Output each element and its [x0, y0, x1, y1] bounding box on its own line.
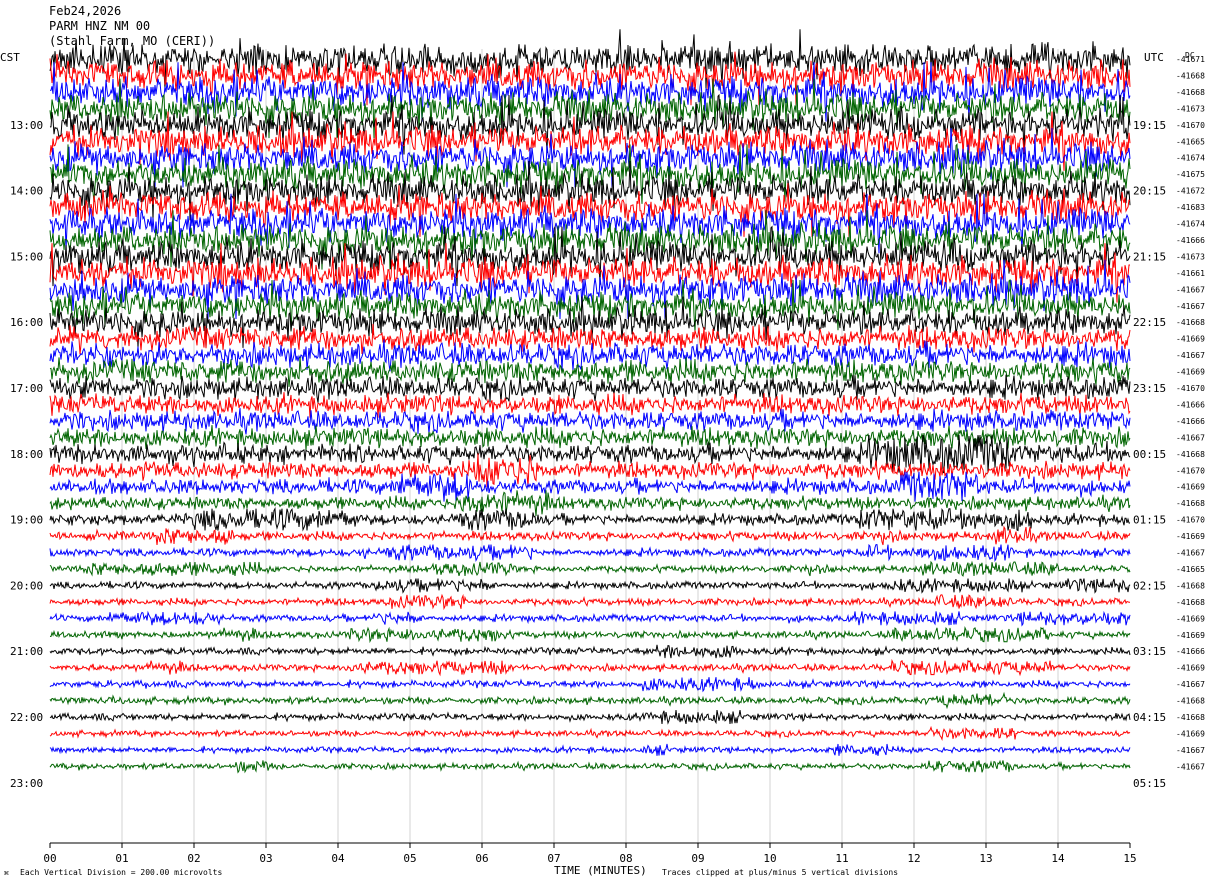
dc-offset-label: -41665	[1176, 137, 1205, 146]
dc-offset-label: -41669	[1176, 532, 1205, 541]
dc-offset-label: -41669	[1176, 483, 1205, 492]
dc-offset-label: -41668	[1176, 581, 1205, 590]
dc-offset-label: -41668	[1176, 499, 1205, 508]
dc-offset-label: -41671	[1176, 55, 1205, 64]
right-hour-label: 23:15	[1133, 382, 1166, 395]
dc-offset-label: -41667	[1176, 285, 1205, 294]
right-timezone-label: UTC	[1144, 51, 1164, 64]
dc-offset-label: -41683	[1176, 203, 1205, 212]
dc-offset-label: -41668	[1176, 71, 1205, 80]
left-hour-label: 16:00	[10, 316, 43, 329]
left-hour-label: 22:00	[10, 711, 43, 724]
right-hour-label: 05:15	[1133, 777, 1166, 790]
dc-offset-label: -41668	[1176, 697, 1205, 706]
x-tick-label: 13	[979, 852, 992, 865]
x-tick-label: 10	[763, 852, 776, 865]
dc-offset-label: -41673	[1176, 252, 1205, 261]
x-tick-label: 01	[115, 852, 128, 865]
dc-offset-label: -41669	[1176, 335, 1205, 344]
dc-offset-label: -41669	[1176, 729, 1205, 738]
left-hour-label: 15:00	[10, 250, 43, 263]
header-date: Feb24,2026	[49, 4, 121, 18]
dc-offset-label: -41669	[1176, 368, 1205, 377]
x-tick-label: 06	[475, 852, 488, 865]
dc-offset-label: -41669	[1176, 631, 1205, 640]
left-hour-label: 19:00	[10, 514, 43, 527]
x-tick-label: 05	[403, 852, 416, 865]
dc-offset-label: -41666	[1176, 400, 1205, 409]
dc-offset-label: -41670	[1176, 384, 1205, 393]
x-tick-label: 03	[259, 852, 272, 865]
dc-offset-label: -41668	[1176, 88, 1205, 97]
dc-offset-label: -41669	[1176, 664, 1205, 673]
x-tick-label: 09	[691, 852, 704, 865]
x-tick-label: 15	[1123, 852, 1136, 865]
dc-offset-label: -41666	[1176, 236, 1205, 245]
x-tick-label: 00	[43, 852, 56, 865]
x-tick-label: 11	[835, 852, 848, 865]
left-hour-label: 17:00	[10, 382, 43, 395]
dc-offset-label: -41667	[1176, 680, 1205, 689]
header-location: (Stahl Farm, MO (CERI))	[49, 34, 215, 48]
left-hour-label: 18:00	[10, 448, 43, 461]
dc-offset-label: -41668	[1176, 318, 1205, 327]
left-hour-label: 23:00	[10, 777, 43, 790]
right-hour-label: 19:15	[1133, 119, 1166, 132]
dc-offset-label: -41661	[1176, 269, 1205, 278]
right-hour-label: 04:15	[1133, 711, 1166, 724]
dc-offset-label: -41670	[1176, 516, 1205, 525]
right-hour-label: 21:15	[1133, 250, 1166, 263]
dc-offset-label: -41667	[1176, 351, 1205, 360]
dc-offset-label: -41666	[1176, 417, 1205, 426]
header-station: PARM HNZ NM 00	[49, 19, 150, 33]
x-tick-label: 04	[331, 852, 345, 865]
left-hour-label: 21:00	[10, 645, 43, 658]
x-axis-title: TIME (MINUTES)	[554, 864, 647, 877]
x-tick-label: 12	[907, 852, 920, 865]
dc-offset-label: -41667	[1176, 549, 1205, 558]
right-hour-label: 03:15	[1133, 645, 1166, 658]
right-hour-label: 22:15	[1133, 316, 1166, 329]
left-hour-label: 13:00	[10, 119, 43, 132]
scale-note: Each Vertical Division = 200.00 microvol…	[20, 868, 222, 877]
dc-offset-label: -41667	[1176, 746, 1205, 755]
right-hour-label: 01:15	[1133, 514, 1166, 527]
dc-offset-label: -41667	[1176, 762, 1205, 771]
left-hour-label: 14:00	[10, 185, 43, 198]
clip-note: Traces clipped at plus/minus 5 vertical …	[662, 868, 898, 877]
corner-mark: ⌘	[4, 869, 9, 878]
dc-offset-label: -41675	[1176, 170, 1205, 179]
dc-offset-label: -41673	[1176, 104, 1205, 113]
right-hour-label: 20:15	[1133, 185, 1166, 198]
dc-offset-label: -41666	[1176, 647, 1205, 656]
dc-offset-label: -41668	[1176, 713, 1205, 722]
dc-offset-label: -41674	[1176, 154, 1205, 163]
dc-offset-label: -41669	[1176, 614, 1205, 623]
right-hour-label: 00:15	[1133, 448, 1166, 461]
helicorder-figure: Feb24,2026 PARM HNZ NM 00 (Stahl Farm, M…	[0, 0, 1210, 886]
left-timezone-label: CST	[0, 51, 20, 64]
dc-offset-label: -41665	[1176, 565, 1205, 574]
dc-offset-label: -41670	[1176, 466, 1205, 475]
dc-offset-label: -41672	[1176, 187, 1205, 196]
helicorder-plot: Feb24,2026 PARM HNZ NM 00 (Stahl Farm, M…	[0, 0, 1210, 886]
dc-offset-label: -41668	[1176, 598, 1205, 607]
x-tick-label: 02	[187, 852, 200, 865]
dc-offset-label: -41674	[1176, 220, 1205, 229]
left-hour-label: 20:00	[10, 579, 43, 592]
dc-offset-label: -41667	[1176, 302, 1205, 311]
dc-offset-label: -41670	[1176, 121, 1205, 130]
dc-offset-label: -41667	[1176, 433, 1205, 442]
right-hour-label: 02:15	[1133, 579, 1166, 592]
x-tick-label: 14	[1051, 852, 1065, 865]
dc-offset-label: -41668	[1176, 450, 1205, 459]
